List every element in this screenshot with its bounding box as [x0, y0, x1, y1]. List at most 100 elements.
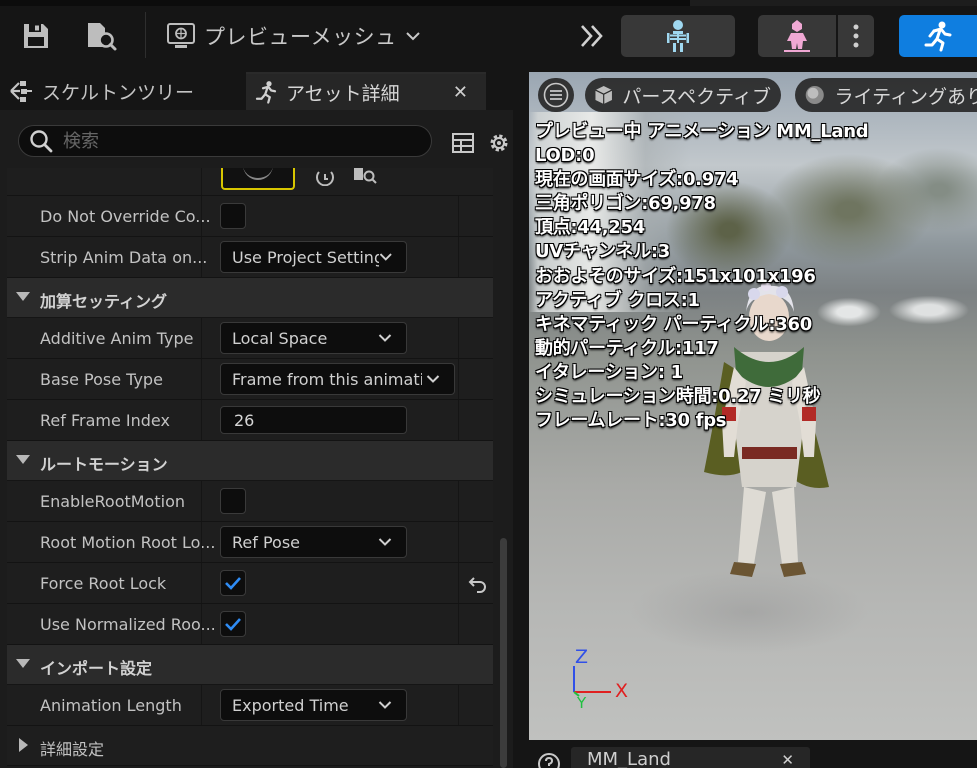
animation-length-dropdown[interactable]: Exported Time: [220, 689, 407, 721]
mode-options-button[interactable]: [838, 15, 874, 57]
tab-mm-land[interactable]: MM_Land ✕: [571, 747, 810, 768]
preview-mesh-label: プレビューメッシュ: [204, 25, 397, 49]
chevron-down-icon: [378, 538, 392, 546]
axis-y-label: Y: [577, 694, 587, 712]
category-advanced[interactable]: 詳細設定: [7, 726, 493, 766]
preview-viewport[interactable]: パースペクティブ ライティングあり プレビュー中 アニメーション MM_Land…: [529, 72, 977, 740]
tab-mm-land-label: MM_Land: [587, 749, 671, 768]
property-label: EnableRootMotion: [40, 492, 185, 511]
property-enable-root-motion: EnableRootMotion: [7, 481, 493, 522]
property-animation-length: Animation Length Exported Time: [7, 685, 493, 726]
running-man-icon: [255, 81, 277, 104]
ref-frame-index-field[interactable]: 26: [220, 406, 407, 434]
property-strip-anim-data: Strip Anim Data on... Use Project Settin…: [7, 237, 493, 278]
dropdown-value: Frame from this animatio: [232, 369, 422, 389]
save-icon: [24, 24, 48, 48]
property-base-pose-type: Base Pose Type Frame from this animatio: [7, 359, 493, 400]
property-ref-frame-index: Ref Frame Index 26: [7, 400, 493, 441]
property-label: Root Motion Root Lo...: [40, 533, 216, 552]
additive-anim-type-dropdown[interactable]: Local Space: [220, 322, 407, 354]
physics-mode-button[interactable]: [758, 15, 836, 57]
gear-icon: [490, 134, 508, 152]
stat-triangles: 三角ポリゴン:69,978: [535, 193, 716, 215]
category-label: ルートモーション: [40, 455, 168, 474]
property-label: Base Pose Type: [40, 370, 163, 389]
lighting-label: ライティングあり: [834, 85, 977, 108]
preview-mesh-icon: [167, 23, 195, 48]
stat-active-cloth: アクティブ クロス:1: [535, 289, 700, 311]
search-input[interactable]: [63, 130, 393, 152]
close-icon[interactable]: ✕: [781, 751, 794, 768]
details-grid: Do Not Override Co... Strip Anim Data on…: [7, 168, 493, 768]
expand-arrow-icon: [16, 455, 30, 464]
category-label: 加算セッティング: [40, 292, 168, 311]
hamburger-menu-icon: [543, 82, 569, 108]
skeleton-tree-icon: [10, 81, 32, 102]
animation-mode-button[interactable]: [899, 15, 977, 57]
tab-asset-details[interactable]: アセット詳細 ✕: [246, 72, 486, 110]
help-icon[interactable]: [537, 752, 561, 768]
stat-vertices: 頂点:44,254: [535, 217, 645, 239]
tab-skeleton-tree[interactable]: スケルトンツリー: [8, 72, 238, 110]
lit-sphere-icon: [805, 85, 824, 105]
dropdown-value: Local Space: [232, 328, 328, 348]
category-additive-settings[interactable]: 加算セッティング: [7, 278, 493, 318]
toolbar-top-strip: [0, 0, 977, 6]
perspective-label: パースペクティブ: [622, 85, 771, 108]
double-chevron-right-icon: [581, 25, 603, 47]
property-label: Animation Length: [40, 696, 182, 715]
property-label: Strip Anim Data on...: [40, 248, 208, 267]
strip-anim-data-dropdown[interactable]: Use Project Setting: [220, 241, 407, 273]
property-label: Force Root Lock: [40, 574, 167, 593]
more-tools-button[interactable]: [576, 20, 608, 52]
axis-z-label: Z: [575, 646, 589, 668]
details-search: [18, 125, 432, 157]
property-do-not-override: Do Not Override Co...: [7, 196, 493, 237]
property-force-root-lock: Force Root Lock: [7, 563, 493, 604]
base-pose-type-dropdown[interactable]: Frame from this animatio: [220, 363, 455, 395]
table-icon: [452, 133, 474, 153]
running-man-icon: [924, 21, 952, 52]
details-scrollbar[interactable]: [496, 168, 510, 768]
skeleton-mode-button[interactable]: [621, 15, 735, 57]
category-root-motion[interactable]: ルートモーション: [7, 441, 493, 481]
details-panel: スケルトンツリー アセット詳細 ✕ 検索 Do Not Override Co.…: [0, 72, 513, 768]
preview-mesh-dropdown[interactable]: プレビューメッシュ: [166, 18, 421, 54]
close-icon[interactable]: ✕: [453, 82, 468, 103]
checkmark-icon: [225, 577, 241, 590]
viewport-stats-overlay: プレビュー中 アニメーション MM_Land LOD:0 現在の画面サイズ:0.…: [535, 120, 869, 433]
stat-lod: LOD:0: [535, 145, 595, 167]
force-root-lock-checkbox[interactable]: [220, 570, 246, 596]
tab-skeleton-tree-label: スケルトンツリー: [42, 81, 195, 104]
chevron-down-icon: [426, 375, 440, 383]
property-additive-anim-type: Additive Anim Type Local Space: [7, 318, 493, 359]
asset-thumbnail[interactable]: [221, 168, 295, 190]
save-button[interactable]: [18, 18, 54, 54]
expand-arrow-icon: [16, 292, 30, 301]
property-label: Do Not Override Co...: [40, 207, 211, 226]
root-motion-root-lock-dropdown[interactable]: Ref Pose: [220, 526, 407, 558]
viewport-menu-button[interactable]: [538, 78, 574, 112]
collapsed-arrow-icon: [19, 738, 28, 752]
reset-to-default-icon[interactable]: [468, 575, 488, 593]
browse-icon[interactable]: [352, 168, 378, 186]
scrollbar-thumb[interactable]: [500, 538, 507, 768]
find-in-browser-icon: [88, 23, 117, 51]
vertical-ellipsis-icon: [853, 24, 859, 48]
do-not-override-checkbox[interactable]: [220, 203, 246, 229]
category-label: 詳細設定: [40, 740, 105, 759]
browse-asset-button[interactable]: [82, 18, 120, 54]
stat-preview-anim: プレビュー中 アニメーション MM_Land: [535, 121, 869, 142]
table-view-button[interactable]: [450, 130, 476, 156]
lighting-mode-button[interactable]: ライティングあり: [795, 78, 977, 112]
enable-root-motion-checkbox[interactable]: [220, 488, 246, 514]
stat-uv-channels: UVチャンネル:3: [535, 241, 671, 263]
physics-body-icon: [784, 20, 810, 52]
property-root-motion-root-lock: Root Motion Root Lo... Ref Pose: [7, 522, 493, 563]
perspective-button[interactable]: パースペクティブ: [585, 78, 781, 112]
reimport-icon[interactable]: [315, 168, 337, 186]
category-import-settings[interactable]: インポート設定: [7, 645, 493, 685]
toolbar-separator: [145, 12, 146, 58]
settings-button[interactable]: [486, 130, 512, 156]
use-normalized-root-checkbox[interactable]: [220, 611, 246, 637]
